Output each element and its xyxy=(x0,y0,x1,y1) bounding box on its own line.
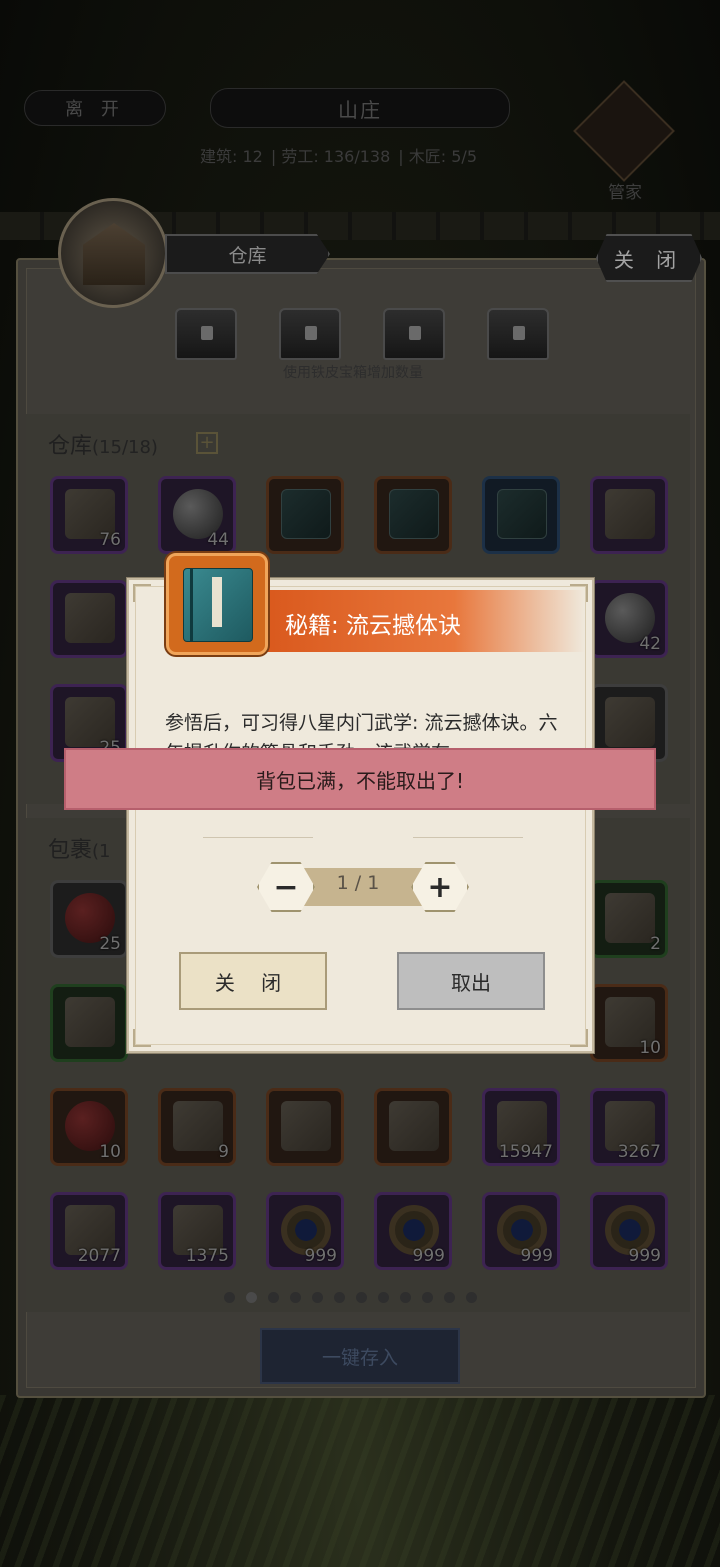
item-slot[interactable]: 999 xyxy=(266,1192,344,1270)
item-slot[interactable]: 76 xyxy=(50,476,128,554)
item-count: 2077 xyxy=(77,1246,121,1266)
item-slot[interactable]: 2077 xyxy=(50,1192,128,1270)
corner-ornament xyxy=(570,1029,588,1047)
stat-building: 建筑: 12 xyxy=(200,147,263,166)
warehouse-building-icon xyxy=(58,198,168,308)
deposit-all-button[interactable]: 一键存入 xyxy=(260,1328,460,1384)
item-count: 999 xyxy=(304,1246,337,1266)
chest-hint: 使用铁皮宝箱增加数量 xyxy=(283,365,423,381)
warehouse-tab: 仓库 xyxy=(165,234,330,274)
quantity-stepper: − 1 / 1 + xyxy=(253,862,469,912)
item-slot[interactable]: 999 xyxy=(374,1192,452,1270)
corner-ornament xyxy=(133,584,151,602)
book-icon xyxy=(389,489,439,539)
item-slot[interactable]: 3267 xyxy=(590,1088,668,1166)
villa-title: 山庄 xyxy=(210,88,510,128)
plus-icon[interactable]: + xyxy=(196,432,218,454)
item-slot[interactable] xyxy=(266,1088,344,1166)
page-dot[interactable] xyxy=(466,1292,477,1303)
item-count: 3267 xyxy=(617,1142,661,1162)
item-slot[interactable] xyxy=(374,476,452,554)
item-slot[interactable]: 2 xyxy=(590,880,668,958)
page-dot[interactable] xyxy=(246,1292,257,1303)
storage-title: 仓库(15/18) xyxy=(48,434,158,459)
item-slot[interactable] xyxy=(266,476,344,554)
ornament-right xyxy=(413,828,523,838)
bag-icon xyxy=(605,697,655,747)
item-count: 1375 xyxy=(185,1246,229,1266)
item-count: 10 xyxy=(639,1038,661,1058)
item-slot[interactable] xyxy=(50,984,128,1062)
stat-craftsman: 木匠: 5/5 xyxy=(408,147,477,166)
letter-icon xyxy=(605,893,655,943)
quantity-value: 1 / 1 xyxy=(336,872,380,894)
item-count: 15947 xyxy=(498,1142,553,1162)
page-dot[interactable] xyxy=(356,1292,367,1303)
item-slot[interactable] xyxy=(590,476,668,554)
item-count: 2 xyxy=(650,934,661,954)
page-indicator xyxy=(224,1292,477,1304)
corner-ornament xyxy=(570,584,588,602)
letter-icon xyxy=(65,997,115,1047)
book-icon xyxy=(281,489,331,539)
item-slot[interactable] xyxy=(50,580,128,658)
item-count: 999 xyxy=(520,1246,553,1266)
bag-title: 包裹(1 xyxy=(48,838,111,863)
chest-icon[interactable] xyxy=(175,308,237,360)
leave-button[interactable]: 离 开 xyxy=(24,90,166,126)
dialog-close-button[interactable]: 关 闭 xyxy=(179,952,327,1010)
page-dot[interactable] xyxy=(422,1292,433,1303)
toast-message: 背包已满，不能取出了! xyxy=(64,748,656,810)
item-slot[interactable]: 999 xyxy=(482,1192,560,1270)
page-dot[interactable] xyxy=(400,1292,411,1303)
manager-label: 管家 xyxy=(608,183,642,203)
page-dot[interactable] xyxy=(290,1292,301,1303)
villa-stats: 建筑: 12 | 劳工: 136/138 | 木匠: 5/5 xyxy=(200,147,477,166)
ornament-left xyxy=(203,828,313,838)
item-count: 999 xyxy=(628,1246,661,1266)
item-slot[interactable]: 44 xyxy=(158,476,236,554)
item-count: 25 xyxy=(99,934,121,954)
item-count: 9 xyxy=(218,1142,229,1162)
chest-icon[interactable] xyxy=(279,308,341,360)
item-slot[interactable]: 15947 xyxy=(482,1088,560,1166)
page-dot[interactable] xyxy=(334,1292,345,1303)
armor-icon xyxy=(389,1101,439,1151)
item-count: 10 xyxy=(99,1142,121,1162)
dialog-title: 秘籍: 流云撼体诀 xyxy=(285,613,462,639)
item-count: 44 xyxy=(207,530,229,550)
item-slot[interactable]: 10 xyxy=(50,1088,128,1166)
page-dot[interactable] xyxy=(224,1292,235,1303)
item-slot[interactable]: 10 xyxy=(590,984,668,1062)
item-slot[interactable]: 1375 xyxy=(158,1192,236,1270)
moon-pendant-icon xyxy=(281,1101,331,1151)
page-dot[interactable] xyxy=(378,1292,389,1303)
item-slot[interactable] xyxy=(482,476,560,554)
item-slot[interactable]: 25 xyxy=(50,880,128,958)
item-slot[interactable]: 999 xyxy=(590,1192,668,1270)
item-count: 999 xyxy=(412,1246,445,1266)
corner-ornament xyxy=(133,1029,151,1047)
chest-icon[interactable] xyxy=(383,308,445,360)
chest-icon[interactable] xyxy=(487,308,549,360)
panel-close-button[interactable]: 关 闭 xyxy=(596,234,702,282)
scroll-icon xyxy=(65,593,115,643)
book-icon xyxy=(497,489,547,539)
scroll-icon xyxy=(605,489,655,539)
item-count: 76 xyxy=(99,530,121,550)
item-count: 42 xyxy=(639,634,661,654)
green-book-icon xyxy=(166,553,268,655)
take-out-button[interactable]: 取出 xyxy=(397,952,545,1010)
item-slot[interactable]: 9 xyxy=(158,1088,236,1166)
page-dot[interactable] xyxy=(444,1292,455,1303)
item-slot[interactable]: 42 xyxy=(590,580,668,658)
stat-labor: 劳工: 136/138 xyxy=(281,147,391,166)
item-slot[interactable] xyxy=(374,1088,452,1166)
page-dot[interactable] xyxy=(268,1292,279,1303)
brush-icon xyxy=(173,1101,223,1151)
page-dot[interactable] xyxy=(312,1292,323,1303)
